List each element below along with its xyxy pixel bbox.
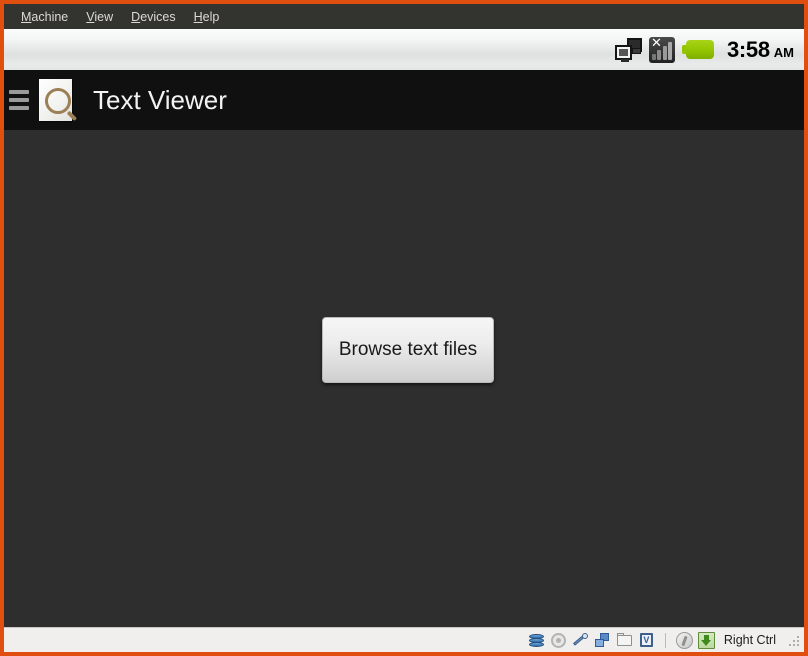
- menu-label-rest: elp: [202, 9, 220, 24]
- status-bar-icons: ✕ 3:58 AM: [614, 36, 794, 63]
- browse-text-files-button[interactable]: Browse text files: [322, 317, 494, 383]
- resize-grip[interactable]: [787, 634, 800, 647]
- status-separator: [664, 632, 666, 648]
- status-bar-clock: 3:58 AM: [727, 37, 794, 63]
- virtualbox-window: Machine View Devices Help ✕ 3:58 AM Text…: [0, 0, 808, 656]
- app-content-area: Browse text files: [4, 130, 804, 627]
- shared-folders-icon[interactable]: [616, 632, 633, 649]
- host-key-state-icon[interactable]: [697, 631, 715, 649]
- menu-item-devices[interactable]: Devices: [122, 8, 184, 26]
- app-action-bar: Text Viewer: [4, 70, 804, 130]
- menu-item-view[interactable]: View: [77, 8, 122, 26]
- usb-icon[interactable]: [572, 632, 589, 649]
- menu-bar: Machine View Devices Help: [4, 4, 804, 29]
- menu-label-rest: evices: [140, 9, 176, 24]
- guest-screen: ✕ 3:58 AM Text Viewer Browse text files: [4, 29, 804, 627]
- menu-label-rest: achine: [31, 9, 69, 24]
- battery-full-icon: [681, 40, 714, 59]
- hamburger-icon[interactable]: [9, 90, 29, 110]
- network-icon[interactable]: [594, 632, 611, 649]
- adb-connected-icon: [614, 37, 642, 62]
- optical-drive-icon[interactable]: [550, 632, 567, 649]
- android-status-bar: ✕ 3:58 AM: [4, 29, 804, 70]
- menu-mnemonic: H: [193, 9, 203, 24]
- menu-mnemonic: M: [21, 9, 32, 24]
- hard-disk-icon[interactable]: [528, 632, 545, 649]
- menu-item-help[interactable]: Help: [185, 8, 229, 26]
- clock-ampm: AM: [773, 44, 794, 60]
- host-key-label: Right Ctrl: [723, 633, 776, 647]
- vbox-status-bar: V Right Ctrl: [4, 627, 804, 652]
- page-title: Text Viewer: [93, 84, 227, 115]
- menu-item-machine[interactable]: Machine: [12, 8, 77, 26]
- vbox-status-icons: V Right Ctrl: [528, 631, 800, 649]
- signal-no-service-icon: ✕: [648, 36, 675, 63]
- menu-mnemonic: D: [131, 9, 141, 24]
- video-capture-icon[interactable]: V: [638, 632, 655, 649]
- host-key-icon[interactable]: [675, 631, 693, 649]
- clock-time: 3:58: [726, 36, 770, 62]
- menu-label-rest: iew: [94, 9, 114, 24]
- text-viewer-app-icon: [35, 76, 81, 124]
